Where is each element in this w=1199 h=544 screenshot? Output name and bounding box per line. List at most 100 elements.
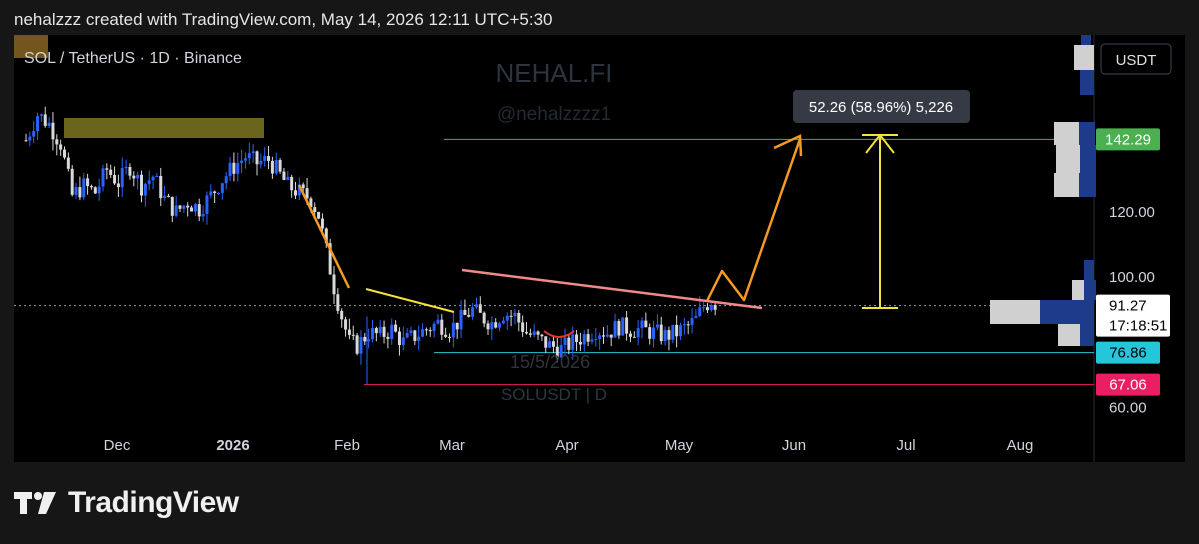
time-tick: Jul [896,437,915,454]
candle [679,325,682,337]
candle [166,195,170,197]
candle [259,160,263,165]
candle [124,166,128,169]
candle [397,331,401,346]
candle [36,115,40,132]
candle [455,322,459,330]
time-tick: 2026 [216,437,249,454]
candle [347,329,351,335]
candle [463,309,467,315]
volume-profile-bar [1072,280,1084,300]
candle [43,114,47,126]
time-tick: May [665,437,694,454]
time-tick: Jun [782,437,806,454]
candle [563,337,567,345]
candle [498,323,502,328]
candle [105,168,109,170]
target-price-label: 142.29 [1105,131,1151,148]
symbol-legend[interactable]: SOL / TetherUS · 1D · Binance [24,50,242,67]
candle [702,307,706,309]
volume-profile-bar [1080,70,1094,95]
candle [444,334,448,337]
candle [667,330,671,340]
currency-button-label[interactable]: USDT [1116,52,1157,69]
candle [628,333,632,337]
candle [89,186,93,188]
candle [224,176,228,184]
candle [586,334,590,342]
candle [428,330,432,332]
candle [28,136,32,141]
candle [713,305,717,310]
candle [232,162,236,174]
candle [182,205,186,209]
resistance-line [461,268,763,310]
volume-profile-bar [1054,122,1079,145]
symbol-watermark: SOLUSDT | D [501,385,607,404]
candle [178,205,182,209]
candle [378,326,382,334]
projection-path [705,138,802,302]
candle [474,304,478,308]
candle [74,187,78,195]
candle [320,218,324,229]
candle [132,175,136,179]
candle [251,151,255,154]
candle [39,114,43,116]
candle [159,175,163,199]
candle [636,328,640,338]
candle [51,122,55,140]
candles-layer [24,106,717,365]
candle [590,339,594,342]
candle [290,176,294,191]
current-price-label: 91.27 [1109,298,1147,315]
candle [55,139,59,145]
candle [594,339,598,341]
candle [675,324,679,337]
candle [528,333,532,335]
candle [190,207,194,212]
candle [294,190,297,196]
candle [70,168,74,195]
candle [213,191,217,194]
candle [478,304,482,313]
candle [482,312,486,324]
candle [459,309,463,330]
candle [209,191,213,196]
candle [344,319,348,330]
volume-profile-bar [1080,324,1094,346]
time-tick: Aug [1007,437,1034,454]
candle [267,156,271,161]
candle [116,183,120,188]
candle [609,334,613,338]
candle [93,187,97,194]
candle [278,160,282,172]
volume-profile-bar [1084,280,1096,300]
bottom-arc [543,330,575,338]
candle [501,320,505,324]
candle [332,274,336,295]
candle [151,176,155,181]
candle [197,204,201,217]
candle [32,131,36,137]
volume-profile-bar [1084,260,1094,280]
volume-profile-bar [1074,45,1094,70]
candle [436,319,440,324]
supply-zone [64,118,264,138]
candle [136,174,140,179]
candle [313,207,317,212]
candle [236,163,240,174]
volume-profile-bar [1058,324,1080,346]
candle [509,315,513,317]
candle [217,192,220,194]
watermark-brand: NEHAL.FI [495,58,612,88]
candle [521,322,525,332]
candle [394,324,398,332]
candle [640,320,644,329]
candle [490,322,494,330]
candle [274,160,278,174]
candle [147,180,151,184]
chart-panel[interactable]: NEHAL.FI @nehalzzzz1 15/5/2026 SOLUSDT |… [14,35,1185,462]
price-chart[interactable]: NEHAL.FI @nehalzzzz1 15/5/2026 SOLUSDT |… [14,35,1185,462]
candle [551,341,555,347]
